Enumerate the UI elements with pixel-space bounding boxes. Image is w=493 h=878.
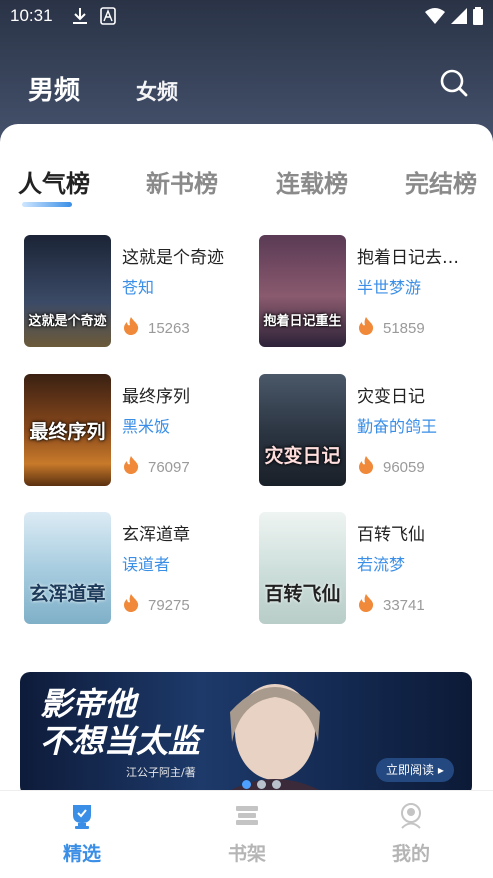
active-tab-indicator: [22, 202, 72, 207]
banner-character-art: [220, 684, 330, 796]
book-author[interactable]: 苍知: [122, 274, 154, 298]
tab-male[interactable]: 男频: [28, 70, 80, 107]
book-heat: 76097: [122, 455, 190, 479]
book-card[interactable]: 百转飞仙 百转飞仙 若流梦 33741: [259, 512, 489, 624]
book-cover[interactable]: 玄浑道章: [24, 512, 111, 624]
book-heat: 15263: [122, 316, 190, 340]
book-title[interactable]: 这就是个奇迹: [122, 243, 224, 268]
flame-icon: [122, 455, 140, 479]
banner-author: 江公子阿主/著: [126, 766, 196, 779]
book-heat: 96059: [357, 455, 425, 479]
nav-label: 我的: [391, 843, 430, 865]
book-cover[interactable]: 抱着日记重生: [259, 235, 346, 347]
battery-icon: [473, 7, 483, 30]
book-author[interactable]: 若流梦: [357, 551, 405, 575]
flame-icon: [357, 316, 375, 340]
book-cover[interactable]: 这就是个奇迹: [24, 235, 111, 347]
cover-title: 玄浑道章: [29, 583, 106, 605]
heat-value: 79275: [148, 596, 190, 614]
cover-title: 灾变日记: [264, 445, 341, 467]
flame-icon: [357, 593, 375, 617]
book-author[interactable]: 半世梦游: [357, 274, 421, 298]
status-time: 10:31: [10, 6, 53, 25]
gender-tabs: 男频 女频: [28, 70, 178, 107]
profile-icon: [396, 803, 426, 835]
banner-title: 影帝他 不想当太监: [40, 686, 200, 760]
nav-bookshelf[interactable]: 书架: [207, 801, 287, 866]
book-author[interactable]: 误道者: [122, 551, 170, 575]
book-heat: 79275: [122, 593, 190, 617]
status-bar: 10:31: [0, 0, 493, 34]
promo-banner[interactable]: 影帝他 不想当太监 江公子阿主/著 立即阅读 ▸: [20, 672, 472, 796]
book-title[interactable]: 最终序列: [122, 382, 190, 407]
cover-title: 最终序列: [29, 421, 106, 443]
heat-value: 76097: [148, 458, 190, 476]
carousel-dot[interactable]: [242, 780, 251, 789]
heat-value: 96059: [383, 458, 425, 476]
book-title[interactable]: 玄浑道章: [122, 520, 190, 545]
nav-featured[interactable]: 精选: [42, 801, 122, 866]
cover-title: 这就是个奇迹: [28, 314, 107, 329]
nav-label: 精选: [62, 843, 101, 865]
search-icon[interactable]: [439, 68, 469, 98]
book-card[interactable]: 这就是个奇迹 这就是个奇迹 苍知 15263: [24, 235, 254, 347]
nav-label: 书架: [227, 843, 266, 865]
carousel-dot[interactable]: [272, 780, 281, 789]
book-cover[interactable]: 最终序列: [24, 374, 111, 486]
bottom-navigation: 精选 书架 我的: [0, 790, 493, 878]
banner-title-line1: 影帝他: [40, 685, 137, 723]
cover-title: 百转飞仙: [264, 583, 341, 605]
heat-value: 15263: [148, 319, 190, 337]
ranking-tabs: 人气榜 新书榜 连载榜 完结榜: [18, 164, 493, 204]
heat-value: 51859: [383, 319, 425, 337]
flame-icon: [122, 593, 140, 617]
book-heat: 51859: [357, 316, 425, 340]
trophy-icon: [67, 805, 97, 835]
book-card[interactable]: 抱着日记重生 抱着日记去… 半世梦游 51859: [259, 235, 489, 347]
wifi-icon: [425, 8, 445, 29]
book-title[interactable]: 百转飞仙: [357, 520, 425, 545]
tab-completed[interactable]: 完结榜: [405, 164, 477, 199]
carousel-dots: [242, 780, 281, 789]
book-card[interactable]: 玄浑道章 玄浑道章 误道者 79275: [24, 512, 254, 624]
download-icon: [72, 6, 88, 31]
book-author[interactable]: 勤奋的鸽王: [357, 413, 437, 437]
heat-value: 33741: [383, 596, 425, 614]
book-card[interactable]: 最终序列 最终序列 黑米饭 76097: [24, 374, 254, 486]
tab-serializing[interactable]: 连载榜: [276, 164, 348, 199]
book-title[interactable]: 抱着日记去…: [357, 243, 459, 268]
banner-title-line2: 不想当太监: [40, 722, 201, 760]
book-card[interactable]: 灾变日记 灾变日记 勤奋的鸽王 96059: [259, 374, 489, 486]
flame-icon: [122, 316, 140, 340]
book-heat: 33741: [357, 593, 425, 617]
nav-profile[interactable]: 我的: [371, 801, 451, 866]
read-now-button[interactable]: 立即阅读 ▸: [376, 758, 454, 782]
tab-new-books[interactable]: 新书榜: [146, 164, 218, 199]
book-cover[interactable]: 百转飞仙: [259, 512, 346, 624]
book-author[interactable]: 黑米饭: [122, 413, 170, 437]
bookshelf-icon: [232, 806, 262, 835]
cover-title: 抱着日记重生: [263, 314, 342, 329]
tab-female[interactable]: 女频: [136, 76, 178, 106]
flame-icon: [357, 455, 375, 479]
book-cover[interactable]: 灾变日记: [259, 374, 346, 486]
carousel-dot[interactable]: [257, 780, 266, 789]
app-notification-icon: [100, 7, 116, 30]
signal-icon: [451, 8, 467, 29]
book-title[interactable]: 灾变日记: [357, 382, 425, 407]
tab-popular[interactable]: 人气榜: [18, 164, 90, 199]
